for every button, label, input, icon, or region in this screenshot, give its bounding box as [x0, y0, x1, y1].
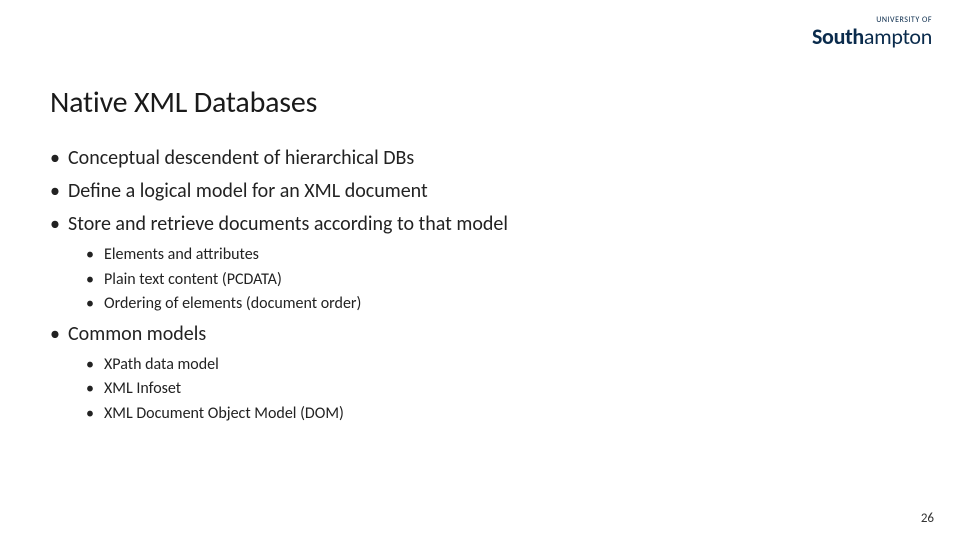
slide-body: Native XML Databases Conceptual descende… — [0, 0, 960, 425]
sub-bullet-item: XPath data model — [86, 354, 910, 376]
bullet-item: Define a logical model for an XML docume… — [50, 178, 910, 205]
bullet-text: Define a logical model for an XML docume… — [68, 179, 428, 203]
sub-bullet-list: XPath data model XML Infoset XML Documen… — [68, 354, 910, 425]
sub-bullet-list: Elements and attributes Plain text conte… — [68, 244, 910, 315]
bullet-text: Common models — [68, 322, 206, 346]
bullet-list: Conceptual descendent of hierarchical DB… — [50, 145, 910, 425]
logo-main-bold: South — [812, 23, 864, 50]
sub-bullet-item: XML Document Object Model (DOM) — [86, 403, 910, 425]
sub-bullet-item: Elements and attributes — [86, 244, 910, 266]
slide-title: Native XML Databases — [50, 84, 910, 121]
bullet-item: Store and retrieve documents according t… — [50, 211, 910, 315]
bullet-text: Store and retrieve documents according t… — [68, 212, 508, 236]
bullet-item: Conceptual descendent of hierarchical DB… — [50, 145, 910, 172]
sub-bullet-item: Plain text content (PCDATA) — [86, 269, 910, 291]
logo-main: Southampton — [812, 26, 932, 48]
university-logo: UNIVERSITY OF Southampton — [812, 16, 932, 48]
bullet-text: Conceptual descendent of hierarchical DB… — [68, 146, 414, 170]
sub-bullet-item: Ordering of elements (document order) — [86, 293, 910, 315]
page-number: 26 — [921, 511, 934, 526]
bullet-item: Common models XPath data model XML Infos… — [50, 321, 910, 425]
logo-main-rest: ampton — [864, 23, 932, 50]
sub-bullet-item: XML Infoset — [86, 378, 910, 400]
